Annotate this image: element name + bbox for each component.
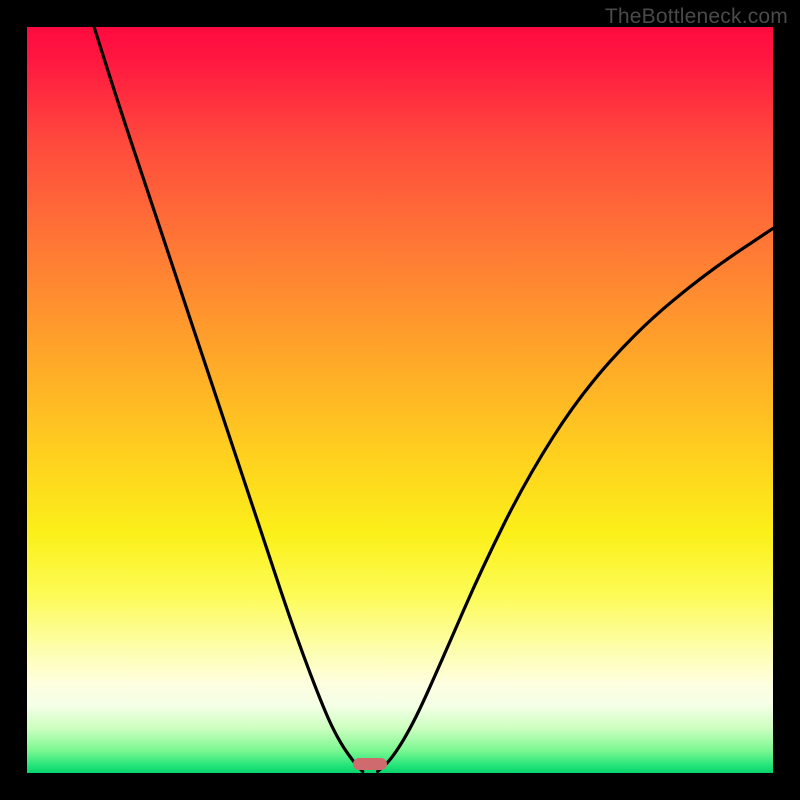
curve-right-branch	[378, 228, 773, 771]
outer-frame: TheBottleneck.com	[0, 0, 800, 800]
plot-area	[27, 27, 773, 773]
curve-left-branch	[94, 27, 363, 772]
watermark-text: TheBottleneck.com	[605, 5, 788, 29]
optimal-marker	[353, 758, 387, 770]
bottleneck-curve	[27, 27, 773, 773]
